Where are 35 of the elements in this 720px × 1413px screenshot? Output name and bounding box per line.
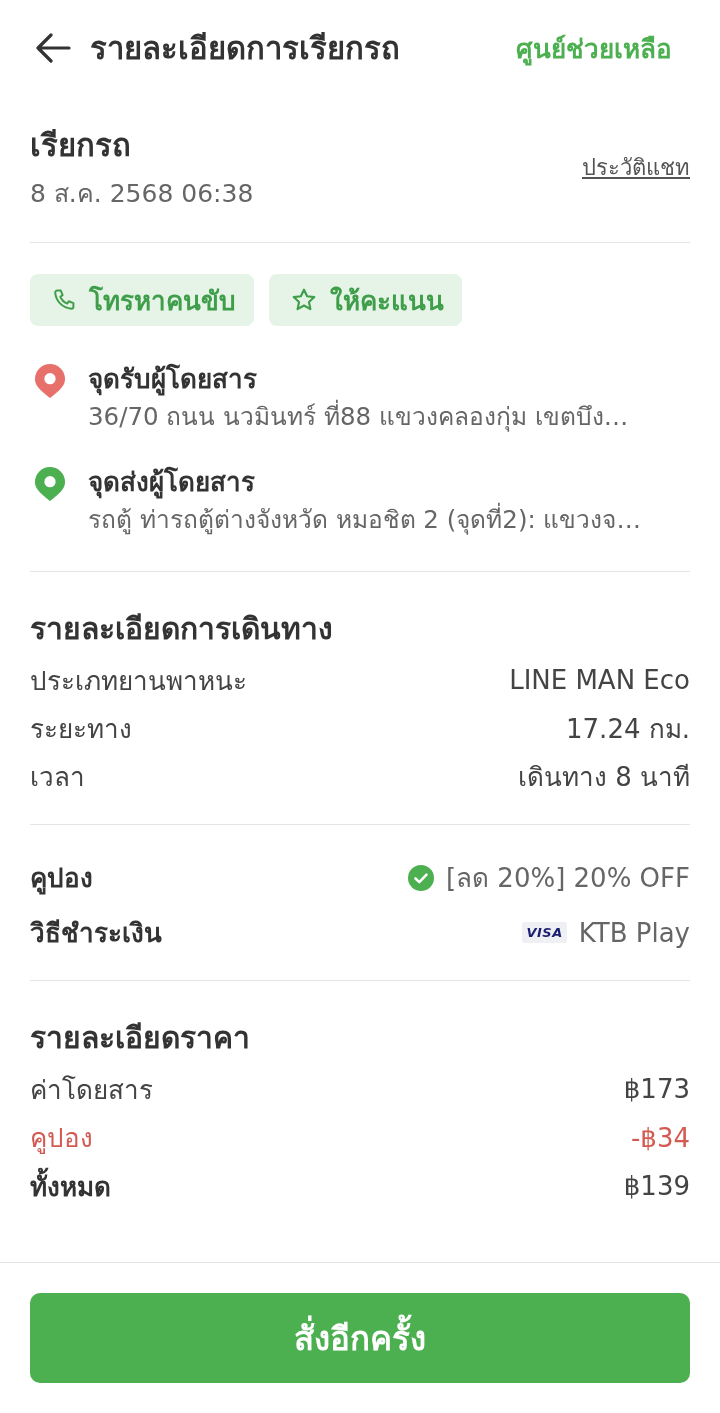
detail-value: 17.24 กม. bbox=[566, 712, 690, 746]
page-title: รายละเอียดการเรียกรถ bbox=[90, 29, 401, 68]
price-value: ฿173 bbox=[623, 1074, 690, 1105]
location-label: จุดส่งผู้โดยสาร bbox=[88, 465, 256, 501]
location-address: รถตู้ ท่ารถตู้ต่างจังหวัด หมอชิต 2 (จุดที่2): แขวงจ… bbox=[88, 501, 641, 539]
call-driver-button[interactable]: โทรหาคนขับ bbox=[30, 274, 254, 326]
help-center-link[interactable]: ศูนย์ช่วยเหลือ bbox=[516, 27, 672, 69]
card-brand-logo: VISA bbox=[522, 922, 567, 943]
phone-icon bbox=[52, 288, 76, 312]
coupon-value: [ลด 20%] 20% OFF bbox=[445, 862, 690, 895]
price-label: ทั้งหมด bbox=[30, 1165, 111, 1207]
price-label: ค่าโดยสาร bbox=[30, 1073, 153, 1107]
detail-label: ระยะทาง bbox=[30, 712, 132, 746]
price-value: ฿139 bbox=[623, 1171, 690, 1202]
payment-method-value: KTB Play bbox=[578, 917, 690, 948]
payment-method-label: วิธีชำระเงิน bbox=[30, 917, 162, 950]
detail-label: ประเภทยานพาหนะ bbox=[30, 664, 247, 698]
reorder-button[interactable]: สั่งอีกครั้ง bbox=[30, 1293, 690, 1383]
price-label: คูปอง bbox=[30, 1122, 93, 1156]
chat-history-link[interactable]: ประวัติแชท bbox=[582, 149, 690, 185]
coupon-label: คูปอง bbox=[30, 862, 93, 897]
check-circle-icon bbox=[407, 864, 434, 891]
order-datetime: 8 ส.ค. 2568 06:38 bbox=[30, 178, 255, 210]
detail-label: เวลา bbox=[30, 760, 85, 794]
location-address: 36/70 ถนน นวมินทร์ ที่88 แขวงคลองกุ่ม เขตบึง… bbox=[88, 398, 629, 436]
section-title: รายละเอียดราคา bbox=[30, 1019, 251, 1057]
detail-value: เดินทาง 8 นาที bbox=[517, 760, 690, 794]
rate-button[interactable]: ให้คะแนน bbox=[269, 274, 462, 326]
price-value: -฿34 bbox=[631, 1122, 690, 1153]
location-label: จุดรับผู้โดยสาร bbox=[88, 362, 258, 398]
detail-value: LINE MAN Eco bbox=[509, 665, 690, 695]
section-title: รายละเอียดการเดินทาง bbox=[30, 610, 334, 648]
star-icon bbox=[291, 287, 317, 313]
back-arrow-icon[interactable] bbox=[35, 33, 71, 63]
service-title: เรียกรถ bbox=[30, 126, 132, 165]
